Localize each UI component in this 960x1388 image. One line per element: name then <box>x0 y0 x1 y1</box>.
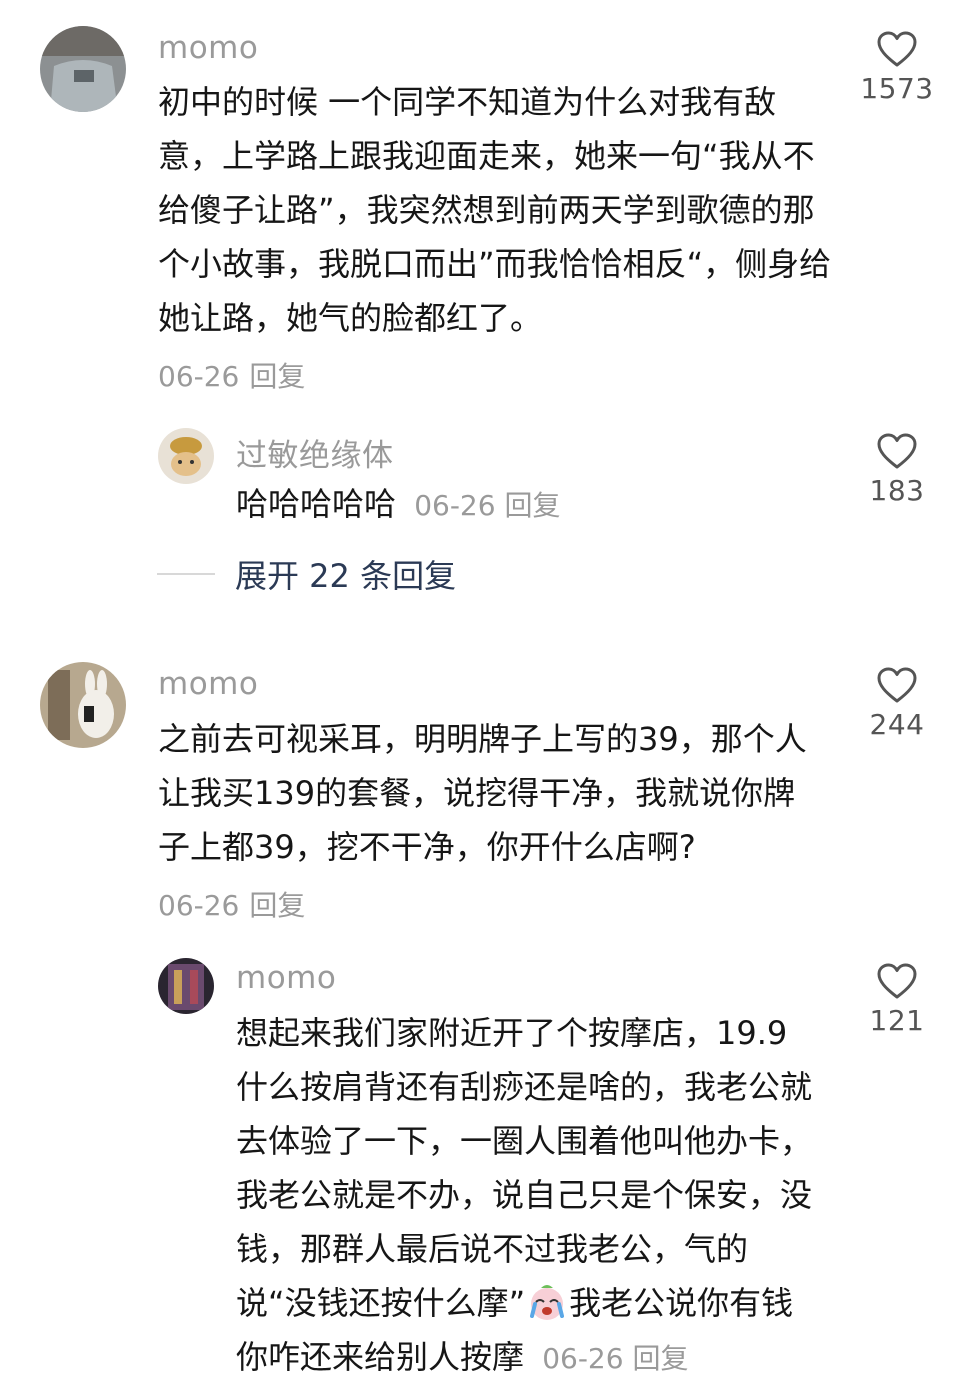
avatar[interactable] <box>158 428 214 484</box>
heart-icon <box>877 667 917 703</box>
comment-meta: 06-26 回复 <box>158 884 305 924</box>
avatar-photo-icon <box>40 662 126 748</box>
comment-text: 初中的时候 一个同学不知道为什么对我有敌意，上学路上跟我迎面走来，她来一句“我从… <box>158 83 832 337</box>
like-count: 183 <box>869 474 925 507</box>
avatar-photo-icon <box>158 428 214 484</box>
heart-icon <box>877 433 917 469</box>
like-button[interactable]: 244 <box>852 666 942 741</box>
avatar[interactable] <box>40 662 126 748</box>
username[interactable]: 过敏绝缘体 <box>236 430 394 475</box>
expand-replies-button[interactable]: 展开 22 条回复 <box>157 552 456 596</box>
crying-face-emoji-icon <box>527 1282 567 1322</box>
reply-text: 哈哈哈哈哈 06-26 回复 <box>236 477 836 533</box>
like-count: 244 <box>869 708 925 741</box>
username[interactable]: momo <box>158 30 258 66</box>
comment-date: 06-26 <box>542 1342 624 1375</box>
like-count: 1573 <box>860 72 934 105</box>
reply-text: 想起来我们家附近开了个按摩店，19.9什么按肩背还有刮痧还是啥的，我老公就去体验… <box>236 1006 816 1386</box>
reply-button[interactable]: 回复 <box>504 489 560 522</box>
divider <box>157 573 215 575</box>
heart-icon <box>877 31 917 67</box>
comment-date: 06-26 <box>158 889 240 922</box>
comment-text: 之前去可视采耳，明明牌子上写的39，那个人让我买139的套餐，说挖得干净，我就说… <box>158 720 807 866</box>
comment-text: 哈哈哈哈哈 <box>236 485 397 523</box>
avatar[interactable] <box>40 26 126 112</box>
comment-date: 06-26 <box>414 489 496 522</box>
avatar-photo-icon <box>40 26 126 112</box>
comment-date: 06-26 <box>158 360 240 393</box>
heart-icon <box>877 963 917 999</box>
comment-text: 想起来我们家附近开了个按摩店，19.9什么按肩背还有刮痧还是啥的，我老公就去体验… <box>236 1014 813 1322</box>
like-button[interactable]: 121 <box>852 962 942 1037</box>
comment-meta: 06-26 回复 <box>158 355 305 395</box>
like-button[interactable]: 183 <box>852 432 942 507</box>
username[interactable]: momo <box>236 960 336 996</box>
like-count: 121 <box>869 1004 925 1037</box>
like-button[interactable]: 1573 <box>852 30 942 105</box>
avatar-photo-icon <box>158 958 214 1014</box>
expand-replies-label[interactable]: 展开 22 条回复 <box>235 551 456 597</box>
reply-button[interactable]: 回复 <box>249 360 305 393</box>
avatar[interactable] <box>158 958 214 1014</box>
reply-button[interactable]: 回复 <box>249 889 305 922</box>
username[interactable]: momo <box>158 666 258 702</box>
reply-button[interactable]: 回复 <box>632 1342 688 1375</box>
